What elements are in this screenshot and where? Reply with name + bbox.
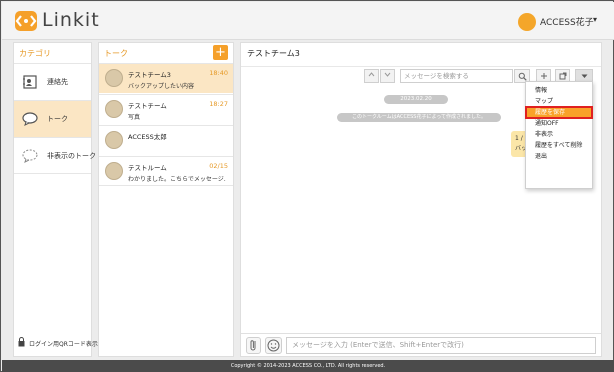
contact-book-icon — [23, 75, 37, 89]
talk-name: テストチーム — [128, 102, 167, 110]
talk-last-message: 写真 — [128, 114, 141, 121]
app-name: Linkit — [42, 9, 100, 31]
menu-item-info[interactable]: 情報 — [526, 85, 592, 96]
message-search-input[interactable]: メッセージを検索する — [400, 69, 513, 83]
talk-time: 02/15 — [209, 162, 228, 170]
message-input-bar: メッセージを入力 (Enterで送信、Shift+Enterで改行) — [241, 333, 601, 356]
login-qr-link[interactable]: ログイン用QRコード表示 — [29, 339, 98, 348]
menu-item-notify-off[interactable]: 通知OFF — [526, 118, 592, 129]
category-contacts[interactable]: 連絡先 — [14, 63, 91, 100]
talk-last-message: わかりました。こちらでメッセージ… — [128, 176, 226, 183]
paperclip-icon — [250, 340, 256, 351]
speech-bubble-icon — [22, 112, 38, 126]
menu-item-save-history[interactable]: 履歴を保存 — [525, 106, 593, 119]
chevron-down-icon — [384, 72, 391, 77]
menu-item-hide[interactable]: 非表示 — [526, 129, 592, 140]
talk-list-item[interactable]: ACCESS太郎 — [99, 125, 233, 155]
caret-down-icon — [581, 74, 587, 78]
plus-icon — [540, 73, 547, 79]
chevron-up-icon — [368, 72, 375, 77]
message-input[interactable]: メッセージを入力 (Enterで送信、Shift+Enterで改行) — [286, 337, 596, 354]
category-title: カテゴリ — [19, 49, 51, 58]
category-label: 非表示のトーク — [47, 152, 96, 160]
menu-item-map[interactable]: マップ — [526, 96, 592, 107]
talk-list-title: トーク — [104, 49, 128, 58]
linkit-logo-icon — [15, 11, 37, 31]
talk-list-item[interactable]: テストルーム 02/15 わかりました。こちらでメッセージ… — [99, 156, 233, 186]
lock-icon — [18, 337, 25, 347]
smiley-icon — [267, 339, 280, 352]
search-prev-button[interactable] — [364, 69, 379, 83]
talk-last-message: バックアップしたい内容 — [128, 83, 195, 90]
hidden-speech-bubble-icon — [22, 149, 38, 163]
add-talk-button[interactable]: + — [213, 45, 228, 60]
menu-item-delete-all-history[interactable]: 履歴をすべて削除 — [526, 140, 592, 151]
chat-title: テストチーム3 — [247, 49, 300, 58]
footer-copyright: Copyright © 2014-2023 ACCESS CO., LTD. A… — [2, 360, 614, 372]
user-avatar[interactable] — [518, 13, 536, 31]
system-message: このトークルームはACCESS花子によって作成されました。 — [337, 113, 501, 122]
menu-item-leave[interactable]: 退出 — [526, 151, 592, 162]
talk-list-item[interactable]: テストチーム 18:27 写真 — [99, 94, 233, 124]
category-hidden-talk[interactable]: 非表示のトーク — [14, 137, 96, 174]
talk-name: テストチーム3 — [128, 71, 171, 79]
avatar — [105, 69, 123, 87]
category-label: トーク — [47, 115, 68, 123]
user-name[interactable]: ACCESS花子 — [540, 15, 594, 28]
talk-name: テストルーム — [128, 164, 167, 172]
app-window: Linkit ACCESS花子 ▾ カテゴリ 連絡先 トーク 非表示のトーク ロ… — [0, 0, 614, 372]
date-separator: 2023.02.20 — [384, 95, 448, 104]
expand-icon — [559, 72, 566, 80]
top-header: Linkit ACCESS花子 ▾ — [2, 2, 614, 40]
chat-options-menu: 情報 マップ 履歴を保存 通知OFF 非表示 履歴をすべて削除 退出 — [525, 81, 593, 189]
user-menu-caret-icon[interactable]: ▾ — [593, 15, 597, 24]
talk-name: ACCESS太郎 — [128, 133, 167, 141]
talk-list-panel: トーク + テストチーム3 18:40 バックアップしたい内容 テストチーム 1… — [98, 42, 234, 357]
avatar — [105, 131, 123, 149]
category-panel: カテゴリ 連絡先 トーク 非表示のトーク ログイン用QRコード表示 — [13, 42, 98, 357]
attach-button[interactable] — [246, 337, 261, 354]
talk-list-item[interactable]: テストチーム3 18:40 バックアップしたい内容 — [99, 63, 233, 93]
search-icon — [518, 72, 527, 81]
category-label: 連絡先 — [47, 78, 68, 86]
talk-time: 18:27 — [209, 100, 228, 108]
avatar — [105, 100, 123, 118]
search-next-button[interactable] — [380, 69, 395, 83]
talk-time: 18:40 — [209, 69, 228, 77]
category-talk[interactable]: トーク — [14, 100, 91, 137]
emoji-button[interactable] — [265, 337, 282, 354]
avatar — [105, 162, 123, 180]
